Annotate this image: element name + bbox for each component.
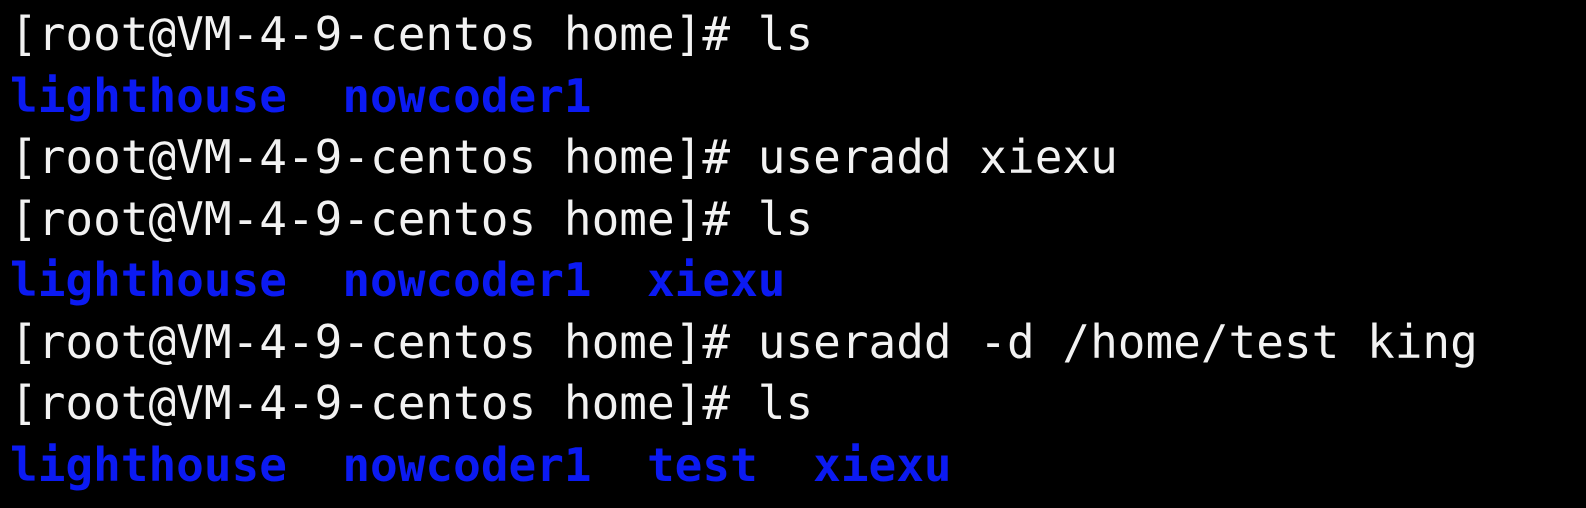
- directory-entry: nowcoder1: [342, 253, 592, 307]
- directory-entry: test: [646, 437, 758, 492]
- command-line: [root@VM-4-9-centos home]# ls: [10, 4, 1586, 66]
- ls-output-line: lighthouse nowcoder1 test xiexu: [10, 435, 1586, 497]
- ls-output-line: lighthouse nowcoder1: [10, 66, 1586, 128]
- command-text: ls: [757, 191, 814, 246]
- command-text: ls: [757, 376, 814, 430]
- directory-entry: xiexu: [813, 437, 952, 492]
- directory-entry: lighthouse: [10, 68, 287, 123]
- command-text: ls: [757, 7, 814, 61]
- ls-output-line: lighthouse nowcoder1 xiexu: [10, 250, 1586, 312]
- directory-entry: xiexu: [646, 253, 786, 307]
- command-line: [root@VM-4-9-centos home]# ls: [10, 189, 1586, 251]
- directory-entry: nowcoder1: [342, 68, 592, 123]
- command-text: useradd -d /home/test king: [757, 314, 1478, 369]
- shell-prompt: [root@VM-4-9-centos home]#: [10, 191, 758, 246]
- shell-prompt: [root@VM-4-9-centos home]#: [10, 130, 758, 184]
- shell-prompt: [root@VM-4-9-centos home]#: [10, 376, 758, 430]
- command-line: [root@VM-4-9-centos home]# useradd xiexu: [10, 127, 1586, 189]
- shell-prompt: [root@VM-4-9-centos home]#: [10, 314, 758, 369]
- directory-entry: lighthouse: [10, 437, 287, 492]
- directory-entry: lighthouse: [10, 253, 287, 307]
- command-line: [root@VM-4-9-centos home]# ls: [10, 373, 1586, 435]
- command-line: [root@VM-4-9-centos home]# useradd -d /h…: [10, 312, 1586, 374]
- terminal-output[interactable]: [root@VM-4-9-centos home]# ls lighthouse …: [0, 0, 1586, 496]
- command-text: useradd xiexu: [757, 130, 1118, 184]
- directory-entry: nowcoder1: [342, 437, 592, 492]
- shell-prompt: [root@VM-4-9-centos home]#: [10, 7, 758, 61]
